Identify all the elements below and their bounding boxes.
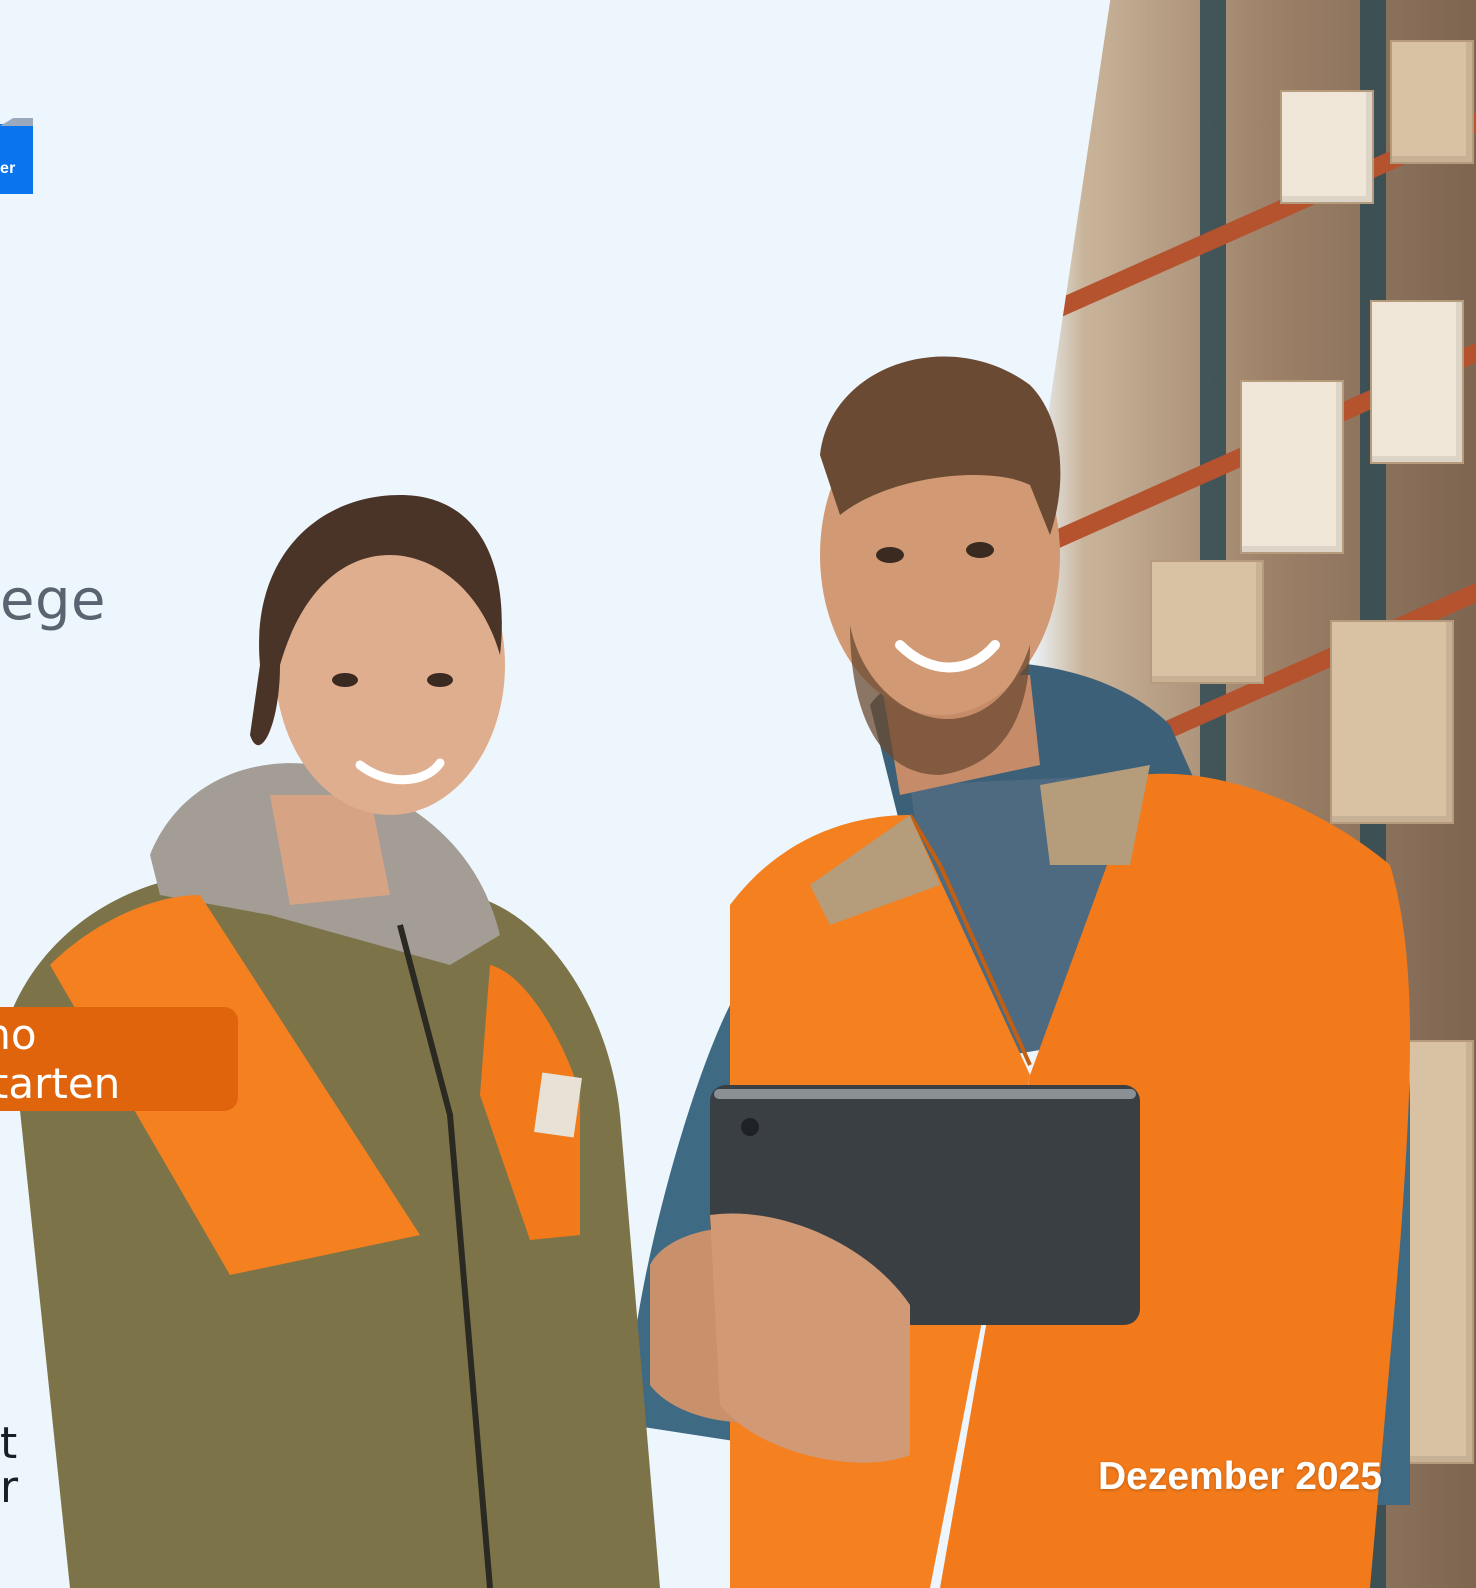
footer-text-line-2: r (0, 1462, 19, 1513)
storage-box (1390, 40, 1474, 164)
man-with-tablet-photo (628, 356, 1410, 1588)
brand-logo[interactable] (0, 124, 33, 194)
brand-logo-text: er (0, 160, 16, 177)
date-label: Dezember 2025 (1098, 1455, 1383, 1498)
hero-headline: ege (0, 568, 106, 633)
start-demo-button[interactable]: mo starten (0, 1007, 238, 1111)
slide-canvas: er ege mo starten t r Dezember 2025 (0, 0, 1476, 1588)
storage-box (1280, 90, 1374, 204)
